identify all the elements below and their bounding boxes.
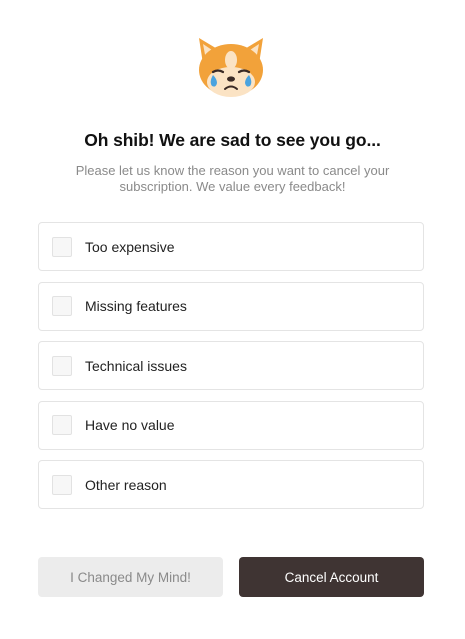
reason-label: Too expensive	[85, 238, 175, 255]
reason-label: Missing features	[85, 298, 187, 314]
reason-label: Other reason	[85, 476, 167, 493]
cancel-account-button[interactable]: Cancel Account	[239, 557, 424, 597]
reason-option-missing-features[interactable]: Missing features	[38, 281, 424, 331]
checkbox[interactable]	[52, 474, 72, 495]
checkbox[interactable]	[52, 236, 72, 257]
page-title: Oh shib! We are sad to see you go...	[84, 130, 381, 150]
crying-shiba-icon	[193, 34, 269, 100]
checkbox[interactable]	[52, 415, 72, 435]
reason-option-other-reason[interactable]: Other reason	[38, 460, 424, 509]
changed-mind-button[interactable]: I Changed My Mind!	[38, 557, 223, 597]
checkbox[interactable]	[52, 355, 72, 376]
reason-option-technical-issues[interactable]: Technical issues	[38, 341, 424, 390]
reason-option-too-expensive[interactable]: Too expensive	[38, 222, 424, 271]
reason-option-have-no-value[interactable]: Have no value	[38, 400, 424, 450]
checkbox[interactable]	[52, 296, 72, 316]
reason-label: Have no value	[85, 417, 175, 433]
page-subtitle: Please let us know the reason you want t…	[75, 163, 390, 194]
reason-label: Technical issues	[85, 357, 187, 374]
reason-list: Too expensive Missing features Technical…	[38, 222, 424, 520]
